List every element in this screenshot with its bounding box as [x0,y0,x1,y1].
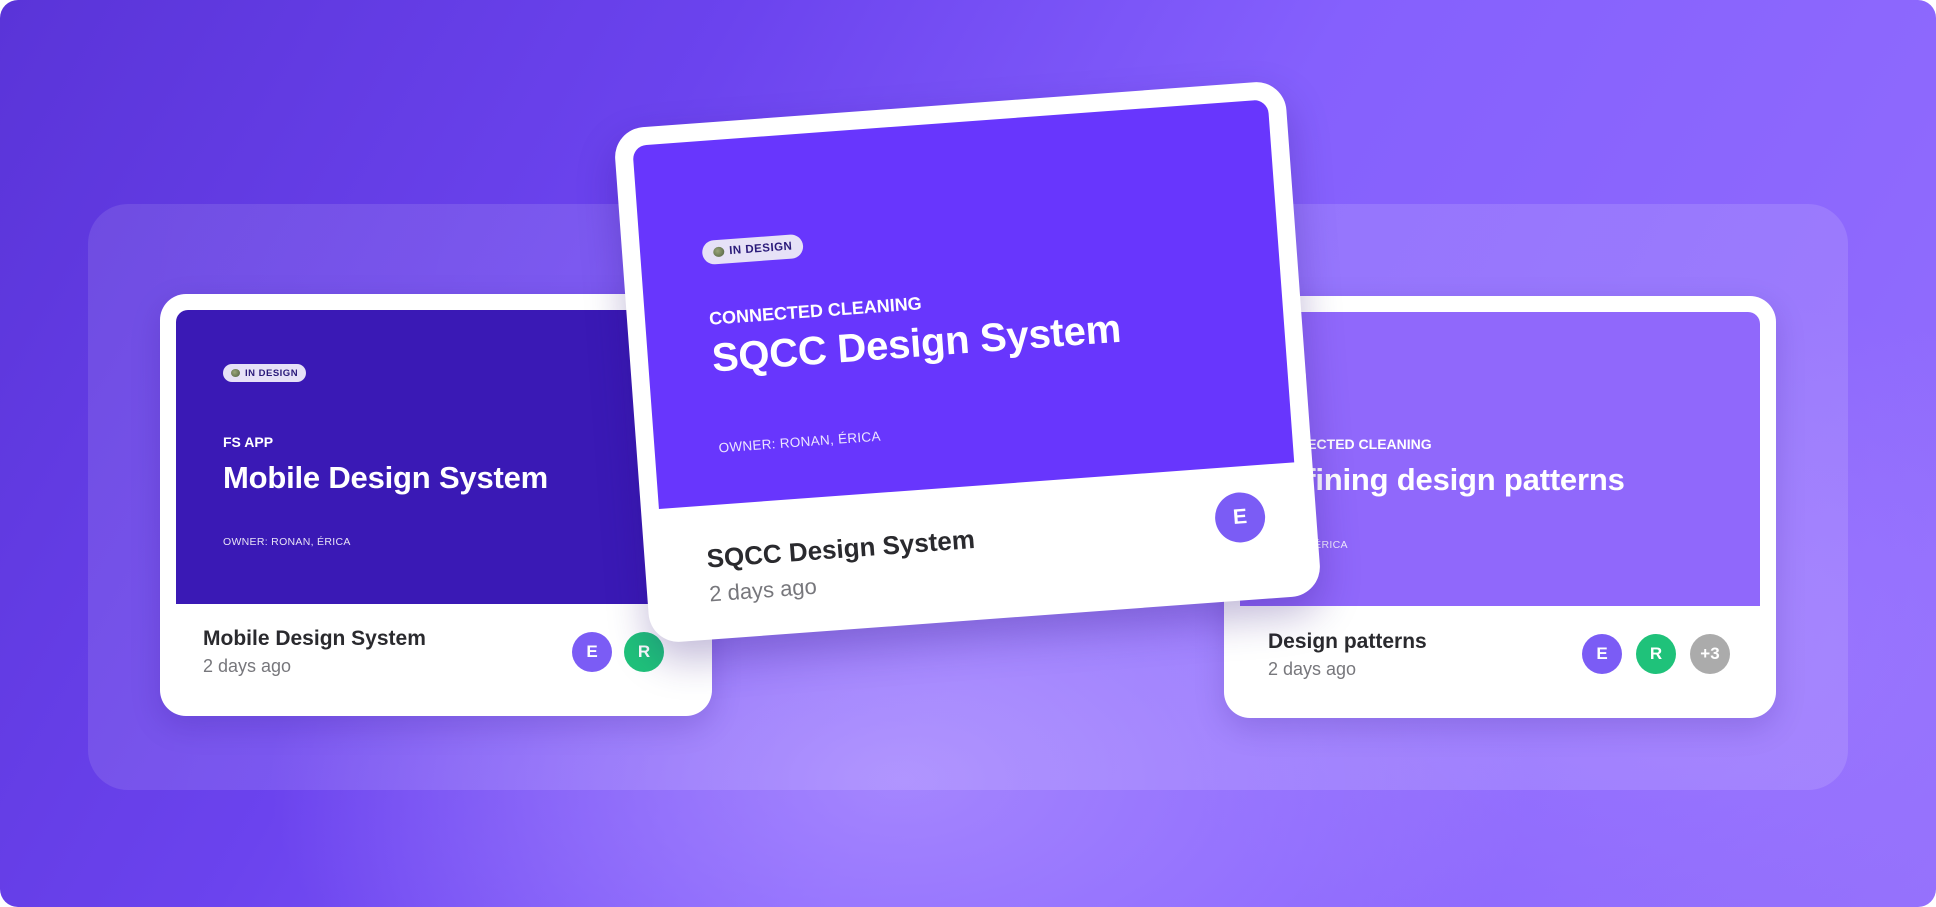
card-title[interactable]: SQCC Design System [706,524,976,575]
owner-label: OWNER: RONAN, ÉRICA [718,428,882,456]
card-title[interactable]: Design patterns [1268,630,1427,654]
card-updated: 2 days ago [1268,659,1357,679]
cover-title: Mobile Design System [223,460,549,495]
background-canvas: IN DESIGN FS APP Mobile Design System OW… [0,0,1936,907]
cover-title: Defining design patterns [1266,462,1625,497]
card-cover: IN DESIGN CONNECTED CLEANING SQCC Design… [632,99,1295,509]
brain-icon [712,246,725,258]
project-label: FS APP [223,434,274,450]
status-badge-label: IN DESIGN [728,240,793,258]
card-updated: 2 days ago [203,656,292,676]
avatar-e[interactable]: E [1582,634,1622,674]
owner-label: OWNER: RONAN, ÉRICA [223,536,351,548]
avatar-r[interactable]: R [1636,634,1676,674]
avatar-e[interactable]: E [572,632,612,672]
status-badge-label: IN DESIGN [245,367,299,379]
status-badge: IN DESIGN [223,364,307,382]
avatar-more-count[interactable]: +3 [1690,634,1730,674]
project-card-sqcc-design-system[interactable]: IN DESIGN CONNECTED CLEANING SQCC Design… [613,80,1322,644]
avatar-e[interactable]: E [1213,490,1267,545]
card-title[interactable]: Mobile Design System [203,627,426,651]
avatar-r[interactable]: R [624,632,664,672]
status-badge: IN DESIGN [701,233,805,266]
brain-icon [231,369,240,377]
card-updated: 2 days ago [708,573,818,607]
